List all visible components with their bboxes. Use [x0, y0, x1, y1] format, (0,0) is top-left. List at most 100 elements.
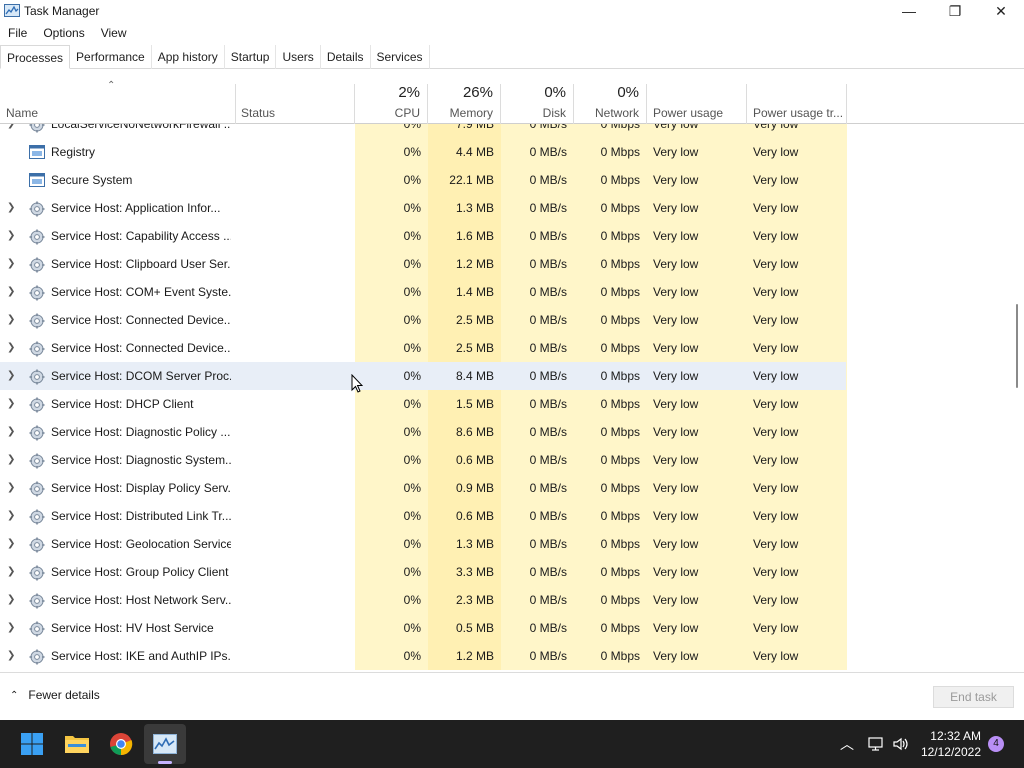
network-icon[interactable]	[866, 736, 884, 752]
tab-performance[interactable]: Performance	[70, 45, 152, 69]
minimize-button[interactable]: —	[886, 0, 932, 22]
tab-processes[interactable]: Processes	[0, 45, 71, 69]
process-row[interactable]: ❯ Service Host: Geolocation Service 0% 1.3 …	[0, 530, 846, 558]
chevron-right-icon[interactable]: ❯	[7, 502, 15, 530]
process-row[interactable]: ❯ Service Host: HV Host Service 0% 0.5 MB 0 …	[0, 614, 846, 642]
process-row[interactable]: ❯ LocalServiceNoNetworkFirewall ... 0% 7.9 …	[0, 124, 846, 138]
chevron-right-icon[interactable]: ❯	[7, 334, 15, 362]
process-row[interactable]: ❯ Service Host: DCOM Server Proc... 0% 8.4 …	[0, 362, 846, 390]
maximize-button[interactable]: ❐	[932, 0, 978, 22]
process-disk: 0 MB/s	[529, 481, 567, 495]
process-row[interactable]: ❯ Service Host: IKE and AuthIP IPs... 0% 1.…	[0, 642, 846, 670]
task-manager-taskbar-button[interactable]	[151, 730, 179, 758]
tab-app-history[interactable]: App history	[152, 45, 225, 69]
process-row[interactable]: ❯ Service Host: Connected Device... 0% 2.5 …	[0, 334, 846, 362]
chevron-right-icon[interactable]: ❯	[7, 446, 15, 474]
process-disk: 0 MB/s	[529, 341, 567, 355]
file-explorer-button[interactable]	[63, 730, 91, 758]
process-cpu: 0%	[403, 593, 421, 607]
header-name[interactable]: Name	[0, 80, 235, 124]
process-name: Service Host: Clipboard User Ser...	[51, 257, 231, 271]
table-header: Name Status 2% CPU 26% Memory 0% Disk 0%…	[0, 80, 1024, 124]
menu-file[interactable]: File	[0, 26, 35, 40]
chevron-right-icon[interactable]: ❯	[7, 194, 15, 222]
scrollbar-thumb[interactable]	[1016, 304, 1018, 388]
process-cpu: 0%	[403, 285, 421, 299]
header-power-trend[interactable]: Power usage tr...	[747, 80, 847, 124]
process-row[interactable]: ❯ Service Host: Capability Access ... 0% 1.…	[0, 222, 846, 250]
window-title: Task Manager	[24, 4, 100, 18]
chevron-right-icon[interactable]: ❯	[7, 124, 15, 138]
process-network: 0 Mbps	[600, 649, 640, 663]
process-row[interactable]: ❯ Service Host: Connected Device... 0% 2.5 …	[0, 306, 846, 334]
header-status[interactable]: Status	[235, 80, 355, 124]
header-power-usage[interactable]: Power usage	[647, 80, 747, 124]
menu-options[interactable]: Options	[35, 26, 92, 40]
process-row[interactable]: ❯ Service Host: DHCP Client 0% 1.5 MB 0 MB/s…	[0, 390, 846, 418]
tab-services[interactable]: Services	[371, 45, 430, 69]
end-task-button[interactable]: End task	[933, 686, 1014, 708]
task-manager-icon	[153, 734, 177, 754]
chevron-right-icon[interactable]: ❯	[7, 306, 15, 334]
fewer-details-button[interactable]: ⌃ Fewer details	[10, 688, 100, 702]
process-network: 0 Mbps	[600, 481, 640, 495]
process-memory: 0.9 MB	[455, 481, 494, 495]
vertical-scrollbar[interactable]	[1014, 124, 1020, 670]
process-row[interactable]: ❯ Service Host: Application Infor... 0% 1.3…	[0, 194, 846, 222]
chevron-up-icon[interactable]: ︿	[836, 734, 858, 754]
process-disk: 0 MB/s	[529, 537, 567, 551]
chevron-right-icon[interactable]: ❯	[7, 222, 15, 250]
chevron-right-icon[interactable]: ❯	[7, 642, 15, 670]
chrome-button[interactable]	[107, 730, 135, 758]
chevron-right-icon[interactable]: ❯	[7, 250, 15, 278]
close-button[interactable]: ✕	[978, 0, 1024, 22]
header-cpu[interactable]: 2% CPU	[355, 80, 428, 124]
chevron-right-icon[interactable]: ❯	[7, 586, 15, 614]
chevron-right-icon[interactable]: ❯	[7, 558, 15, 586]
process-row[interactable]: ❯ Service Host: Host Network Serv... 0% 2.3…	[0, 586, 846, 614]
clock[interactable]: 12:32 AM 12/12/2022	[921, 728, 981, 760]
tab-startup[interactable]: Startup	[225, 45, 277, 69]
chevron-right-icon[interactable]: ❯	[7, 474, 15, 502]
process-row[interactable]: ❯ Service Host: Distributed Link Tr... 0% 0…	[0, 502, 846, 530]
header-network[interactable]: 0% Network	[574, 80, 647, 124]
process-network: 0 Mbps	[600, 397, 640, 411]
process-power-usage: Very low	[653, 229, 699, 243]
notification-badge[interactable]: 4	[988, 736, 1004, 752]
process-row[interactable]: ❯ Service Host: Diagnostic System... 0% 0.6…	[0, 446, 846, 474]
memory-total: 26%	[462, 84, 493, 101]
volume-icon[interactable]	[892, 736, 910, 752]
process-disk: 0 MB/s	[529, 257, 567, 271]
process-row[interactable]: ❯ Service Host: COM+ Event Syste... 0% 1.4 …	[0, 278, 846, 306]
process-row[interactable]: Registry 0% 4.4 MB 0 MB/s 0 Mbps Very low Very…	[0, 138, 846, 166]
chevron-right-icon[interactable]: ❯	[7, 418, 15, 446]
header-disk[interactable]: 0% Disk	[501, 80, 574, 124]
chevron-right-icon[interactable]: ❯	[7, 278, 15, 306]
chevron-right-icon[interactable]: ❯	[7, 530, 15, 558]
process-disk: 0 MB/s	[529, 509, 567, 523]
menu-view[interactable]: View	[93, 26, 135, 40]
process-row[interactable]: Secure System 0% 22.1 MB 0 MB/s 0 Mbps Very l…	[0, 166, 846, 194]
process-power-trend: Very low	[753, 145, 799, 159]
header-disk-label: Disk	[542, 106, 566, 120]
header-memory[interactable]: 26% Memory	[428, 80, 501, 124]
cpu-total: 2%	[398, 84, 420, 101]
chevron-right-icon[interactable]: ❯	[7, 390, 15, 418]
process-row[interactable]: ❯ Service Host: Clipboard User Ser... 0% 1.…	[0, 250, 846, 278]
windows-logo-icon	[21, 733, 43, 755]
process-disk: 0 MB/s	[529, 593, 567, 607]
process-row[interactable]: ❯ Service Host: Display Policy Serv... 0% 0…	[0, 474, 846, 502]
process-row[interactable]: ❯ Service Host: Group Policy Client 0% 3.3 …	[0, 558, 846, 586]
tab-users[interactable]: Users	[276, 45, 321, 69]
process-power-trend: Very low	[753, 453, 799, 467]
process-cpu: 0%	[403, 397, 421, 411]
tab-details[interactable]: Details	[321, 45, 371, 69]
chevron-right-icon[interactable]: ❯	[7, 614, 15, 642]
chevron-right-icon[interactable]: ❯	[7, 362, 15, 390]
start-button[interactable]	[18, 730, 46, 758]
process-name: LocalServiceNoNetworkFirewall ...	[51, 124, 231, 131]
process-memory: 22.1 MB	[449, 173, 494, 187]
process-power-usage: Very low	[653, 481, 699, 495]
process-network: 0 Mbps	[600, 369, 640, 383]
process-row[interactable]: ❯ Service Host: Diagnostic Policy ... 0% 8.…	[0, 418, 846, 446]
